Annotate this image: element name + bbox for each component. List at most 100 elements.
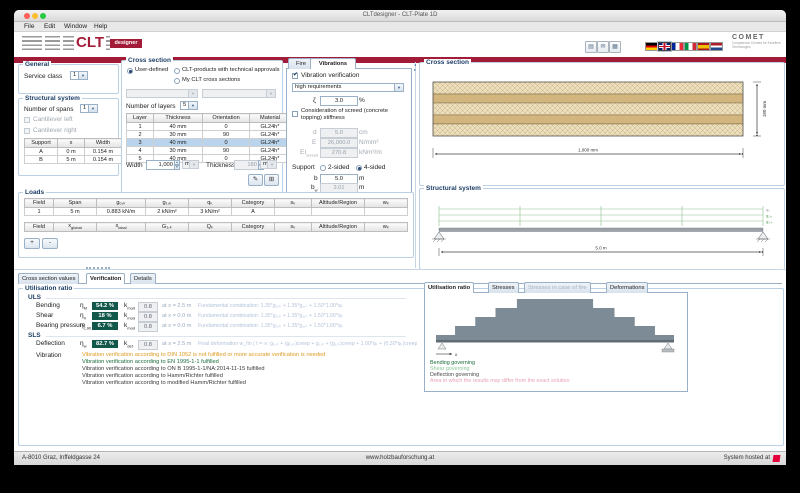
comment-icon[interactable]: ✉ — [597, 41, 609, 53]
e-input[interactable]: 26,000.0 — [320, 138, 358, 148]
cell[interactable] — [312, 208, 365, 216]
report-icon[interactable]: ▤ — [585, 41, 597, 53]
cell[interactable]: 2 kN/m² — [146, 208, 189, 216]
dutch-flag[interactable] — [710, 42, 723, 51]
col-header: Altitude/Region — [312, 223, 365, 232]
loads-table-2: Field xglobal xlokal G₁,ₖ Qₖ Category sₖ… — [24, 222, 408, 232]
d-unit: cm — [359, 129, 368, 136]
menu-file[interactable]: File — [24, 23, 34, 30]
kmod-label: kmod — [124, 322, 135, 330]
cantilever-left-checkbox[interactable] — [24, 117, 30, 123]
bending-utilisation-badge: 54.2 % — [92, 302, 118, 310]
menu-edit[interactable]: Edit — [44, 23, 55, 30]
tab-deformations[interactable]: Deformations — [606, 282, 648, 293]
cantilever-right-checkbox[interactable] — [24, 128, 30, 134]
layer-row[interactable]: 2 30 mm 90 GL24h* — [127, 131, 291, 139]
d-label: d — [313, 129, 317, 136]
add-load-button[interactable]: + — [24, 238, 40, 249]
service-class-select[interactable]: 1 ▼ — [70, 71, 88, 80]
width-stepper[interactable]: ▲▼ — [174, 160, 180, 170]
copy-icon[interactable]: ✎ — [248, 174, 263, 186]
tab-stresses[interactable]: Stresses — [488, 282, 519, 293]
layers-label: Number of layers — [126, 103, 176, 110]
loads-group-title: Loads — [23, 189, 46, 197]
chevron-down-icon: ▼ — [267, 161, 276, 168]
vertical-splitter[interactable] — [415, 62, 416, 268]
comet-logo: COMET Competence Centers for Excellent T… — [732, 34, 782, 50]
image-icon[interactable]: ▦ — [609, 41, 621, 53]
zeta-label: ζ — [313, 97, 316, 104]
layers-select[interactable]: 5 ▼ — [180, 101, 198, 110]
menu-help[interactable]: Help — [94, 23, 107, 30]
kmod-value: 0.8 — [138, 312, 158, 322]
cell[interactable]: 5 m — [54, 208, 97, 216]
cell[interactable]: A — [232, 208, 275, 216]
cell: 0 — [203, 123, 250, 131]
monitor-icon[interactable]: ⊞ — [264, 174, 279, 186]
cell[interactable] — [365, 208, 408, 216]
cross-section-view-title: Cross section — [424, 59, 471, 67]
x-axis-label: x — [455, 352, 458, 357]
screed-checkbox[interactable] — [292, 111, 298, 117]
col-header: xglobal — [54, 223, 97, 232]
general-group-title: General — [23, 61, 51, 69]
utilisation-diagram: x — [430, 296, 680, 358]
col-header: Qₖ — [189, 223, 232, 232]
col-header: g₀,ₖ — [97, 199, 146, 208]
cell[interactable] — [275, 208, 312, 216]
requirements-select[interactable]: high requirements ▼ — [292, 83, 404, 92]
italian-flag[interactable] — [684, 42, 697, 51]
cell[interactable]: 0.883 kN/m — [97, 208, 146, 216]
german-flag[interactable] — [645, 42, 658, 51]
tab-cross-section-values[interactable]: Cross section values — [18, 273, 79, 284]
table-row[interactable]: B 5 m 0.154 m — [25, 156, 122, 164]
cell[interactable]: 3 kN/m² — [189, 208, 232, 216]
tab-verification[interactable]: Verification — [86, 273, 125, 284]
thickness-input[interactable]: 180 — [234, 160, 260, 170]
user-defined-radio[interactable] — [127, 68, 133, 74]
layer-row[interactable]: 1 40 mm 0 GL24h* — [127, 123, 291, 131]
menu-window[interactable]: Window — [64, 23, 87, 30]
status-website[interactable]: www.holzbauforschung.at — [14, 455, 786, 461]
cell: 0 — [203, 139, 250, 147]
cell: 30 mm — [154, 147, 203, 155]
spans-select[interactable]: 1 ▼ — [80, 104, 98, 113]
thickness-unit-select[interactable]: mm ▼ — [260, 160, 277, 169]
spanish-flag[interactable] — [697, 42, 710, 51]
layer-row[interactable]: 4 30 mm 90 GL24h* — [127, 147, 291, 155]
layer-row-selected[interactable]: 3 40 mm 0 GL24h* — [127, 139, 291, 147]
chevron-down-icon: ▼ — [78, 72, 87, 79]
load-row[interactable]: 1 5 m 0.883 kN/m 2 kN/m² 3 kN/m² A — [25, 208, 408, 216]
tab-vibrations[interactable]: Vibrations — [310, 58, 356, 69]
support-2-sided-radio[interactable] — [320, 165, 326, 171]
table-row[interactable]: A 0 m 0.154 m — [25, 148, 122, 156]
product-select-1[interactable]: ▼ — [126, 89, 198, 98]
bending-combination: Fundamental combination: 1.35*g₀,ₖ + 1.3… — [198, 303, 343, 309]
d-input[interactable]: 5.0 — [320, 128, 358, 138]
tab-details[interactable]: Details — [130, 273, 156, 284]
splitter-collapse-icon[interactable]: ◂▸ — [411, 63, 419, 72]
cell: GL24h* — [250, 131, 291, 139]
tab-utilisation-ratio[interactable]: Utilisation ratio — [424, 282, 474, 293]
ei-screed-input[interactable]: 270.8 — [320, 148, 358, 158]
cell[interactable]: 1 — [25, 208, 54, 216]
zeta-input[interactable]: 3.0 — [320, 96, 358, 106]
my-cross-sections-radio[interactable] — [174, 78, 180, 84]
cell: GL24h* — [250, 123, 291, 131]
layers-value: 5 — [181, 102, 188, 109]
remove-load-button[interactable]: - — [42, 238, 58, 249]
width-unit-select[interactable]: mm ▼ — [182, 160, 199, 169]
thickness-label: Thickness — [206, 162, 235, 169]
vibration-verification-checkbox[interactable] — [292, 73, 298, 79]
width-input[interactable]: 1,000 — [146, 160, 176, 170]
tab-stresses-fire[interactable]: Stresses in case of fire — [524, 282, 591, 293]
support-4-sided-radio[interactable] — [356, 165, 362, 171]
horizontal-splitter[interactable] — [14, 269, 786, 270]
clt-products-radio[interactable] — [174, 68, 180, 74]
splitter-handle[interactable] — [86, 267, 110, 269]
french-flag[interactable] — [671, 42, 684, 51]
product-select-2[interactable]: ▼ — [202, 89, 276, 98]
load-g0-label: g₀,ₖ — [766, 219, 773, 224]
spans-label: Number of spans — [24, 106, 74, 113]
uk-flag[interactable] — [658, 42, 671, 51]
